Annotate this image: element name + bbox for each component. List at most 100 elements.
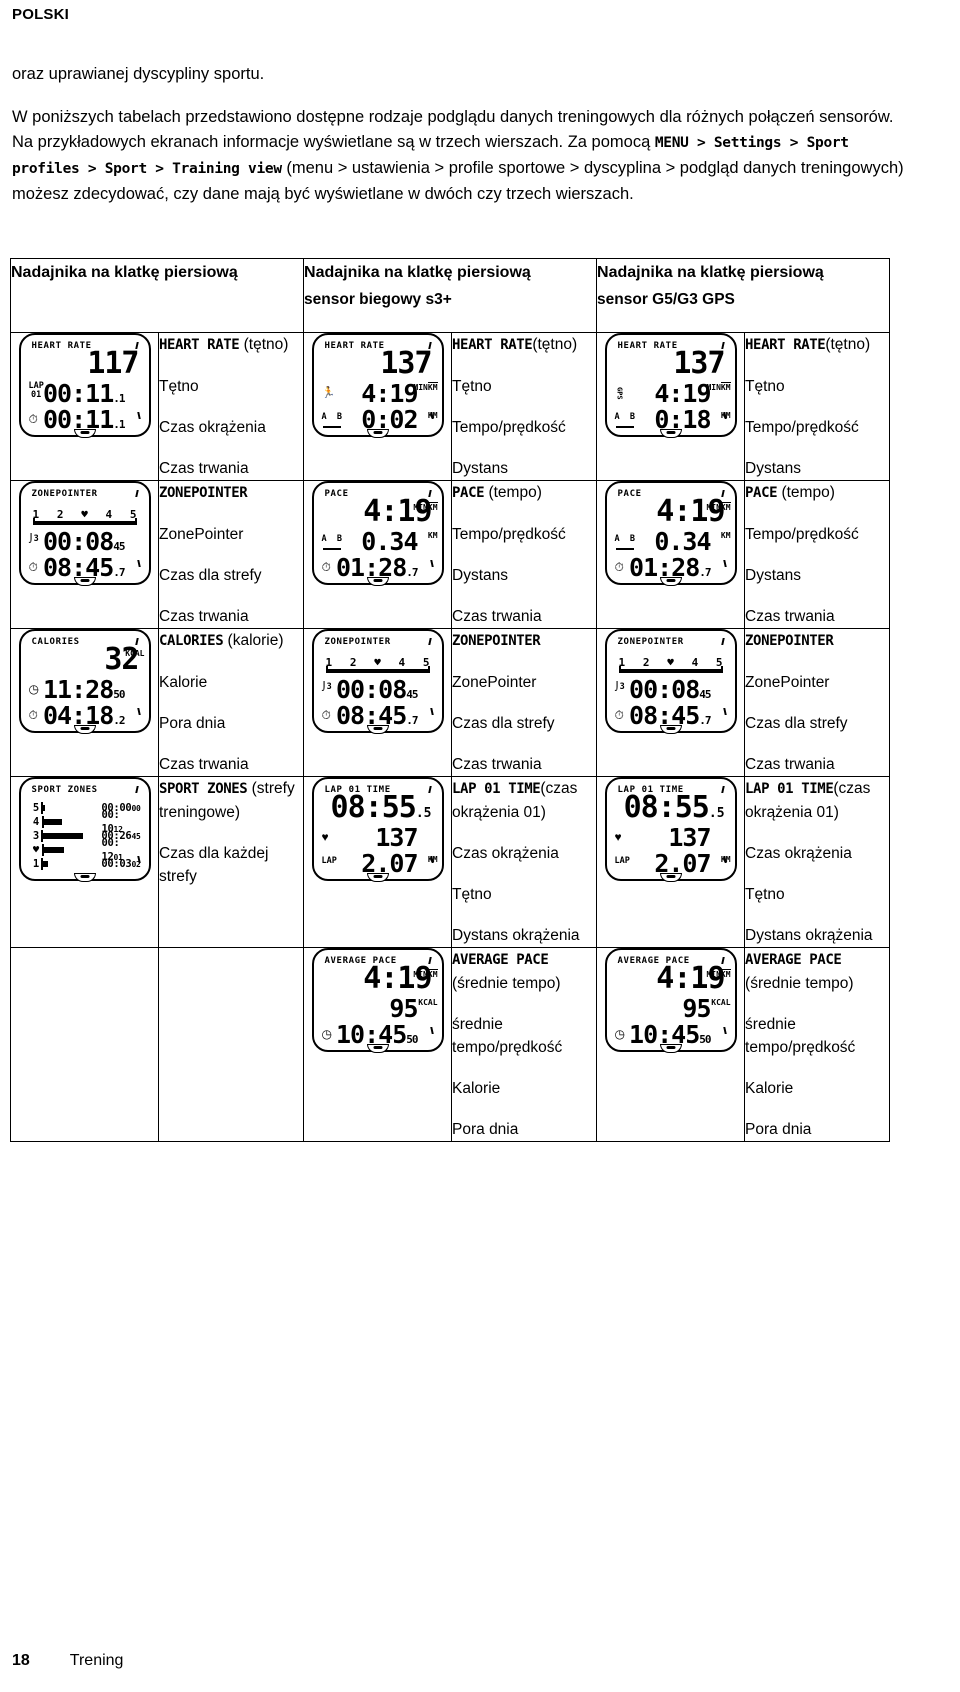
label-row: ZonePointer [452,671,596,694]
label-row: Dystans [452,457,596,480]
screen-desc-label: Czas trwania [452,608,542,625]
watch-screen: LAP 01 TIME 08:55.5 137 ♥ 2.07 KM LAP [311,777,444,882]
label-row: HEART RATE (tętno) [159,333,303,357]
stopwatch-icon: ⏱ [614,560,624,574]
lcd-unit-row-2: KM [427,531,438,540]
lcd-value-row-1: 137 [673,346,725,381]
zone-marker: 2 [642,656,650,669]
screen-desc-label: Czas okrążenia [159,419,266,436]
zone-marker: 4 [691,656,699,669]
signal-tick-icon [722,708,727,715]
label-row: Pora dnia [159,712,303,735]
zonepointer-scale: 1 2 ♥ 4 5 [32,508,137,525]
watch-screen-cell: ZONEPOINTER 1 2 ♥ 4 5 00:0845 ⌡3 08:45.7 ⏱ [303,628,453,777]
label-row: Czas dla strefy [745,712,889,735]
clock-icon: ◷ [614,1027,626,1041]
data-fields-cell: LAP 01 TIME(czas okrążenia 01) Czas okrąż… [744,776,891,948]
stopwatch-icon: ⏱ [321,560,331,574]
watch-screen: ZONEPOINTER 1 2 ♥ 4 5 00:0845 ⌡3 08:45.7 ⏱ [18,481,151,586]
screen-desc-label: Czas okrążenia [745,845,852,862]
data-fields-cell: HEART RATE (tętno) Tętno Czas okrążenia Cza… [157,332,305,481]
screen-desc-label: Tętno [745,886,785,903]
battery-tick-icon [427,786,432,793]
screen-desc-label: Kalorie [745,1080,794,1097]
intro-text: oraz uprawianej dyscypliny sportu. W pon… [12,62,912,207]
label-row: Dystans [745,564,889,587]
watch-screen-cell: CALORIES 32 KCAL 11:2850 ◷ 04:18.2 ⏱ [10,628,159,777]
table-row: CALORIES 32 KCAL 11:2850 ◷ 04:18.2 ⏱ CALORIES (… [10,628,891,777]
screen-name-label: SPORT ZONES [159,781,248,797]
label-row: Czas trwania [745,605,889,628]
signal-tick-icon [429,708,434,715]
data-fields-cell: CALORIES (kalorie) Kalorie Pora dnia Czas t… [157,628,305,777]
data-fields-cell: ZONEPOINTER ZonePointer Czas dla strefy Cza… [451,628,598,777]
signal-tick-icon [136,708,141,715]
screen-desc-label: Czas trwania [159,460,249,477]
column-header-subtitle: sensor biegowy s3+ [304,291,452,308]
sport-zone-gauge [41,816,98,828]
signal-tick-icon [136,560,141,567]
watch-screen-cell: ZONEPOINTER 1 2 ♥ 4 5 00:0845 ⌡3 08:45.7 ⏱ [596,628,746,777]
label-row: Pora dnia [745,1118,889,1141]
stopwatch-icon: ⏱ [28,708,38,722]
screen-desc-label: Tętno [745,378,785,395]
sport-zone-gauge [41,844,98,856]
lcd-value-row-1: 137 [380,346,432,381]
label-row: Tętno [745,375,889,398]
screen-name-label: HEART RATE [745,337,826,353]
page-number: 18 [12,1652,30,1669]
language-tag: POLSKI [12,6,70,23]
screen-desc-label: Czas dla strefy [452,715,555,732]
column-header-3: Nadajnika na klatkę piersiową sensor G5/… [596,258,891,333]
data-fields-cell [157,947,305,1142]
screen-desc-label: Czas dla strefy [159,567,262,584]
column-header-1: Nadajnika na klatkę piersiową [9,258,305,333]
column-header-title: Nadajnika na klatkę piersiową [11,264,238,281]
screen-desc-label: Dystans okrążenia [745,927,873,944]
lap-distance-icon: A B [615,535,635,553]
screen-desc-label: Kalorie [452,1080,501,1097]
lcd-unit-row-1: MINKM [413,969,438,979]
zonepointer-scale: 1 2 ♥ 4 5 [618,656,723,673]
label-row: ZONEPOINTER [745,629,889,653]
lcd-unit-row-2: KCAL [418,998,438,1007]
screen-desc-label: Tętno [159,378,199,395]
watch-screen-cell: AVERAGE PACE 4:19 MINKM 95 KCAL 10:4550 ◷ [303,947,453,1142]
battery-tick-icon [427,638,432,645]
label-row: Czas okrążenia [452,842,596,865]
lcd-value-row-1: 117 [87,346,139,381]
lap-icon: LAP [321,856,337,866]
sport-zone-gauge [41,802,97,814]
lap-icon: LAP [614,856,630,866]
screen-desc-label: (tempo) [777,484,835,501]
label-row: Tempo/prędkość [452,416,596,439]
lcd-unit-row-2: MINKM [413,382,438,392]
screen-name-label: CALORIES [159,633,224,649]
watch-screen: PACE 4:19 MINKM 0.34 KM A B 01:28.7 ⏱ [604,481,737,586]
screen-name-label: ZONEPOINTER [745,633,834,649]
label-row: Czas dla strefy [159,564,303,587]
watch-screen-cell: HEART RATE 137 4:19 MINKM GPS 0:18 KM A B [596,332,746,481]
watch-screen-cell: LAP 01 TIME 08:55.5 137 ♥ 2.07 KM LAP [303,776,453,948]
label-row: Czas trwania [159,457,303,480]
label-row: SPORT ZONES (strefy treningowe) [159,777,303,824]
lap-number-label: LAP 01 [28,381,44,400]
screen-desc-label: średnie tempo/prędkość [452,1016,563,1056]
screen-name-label: HEART RATE [452,337,533,353]
data-fields-cell: PACE (tempo) Tempo/prędkość Dystans Czas tr… [451,480,598,629]
zone-marker: 4 [398,656,406,669]
label-row: Czas trwania [745,753,889,776]
lcd-title: ZONEPOINTER [324,637,391,647]
battery-tick-icon [720,786,725,793]
watch-screen-cell: HEART RATE 117 00:11.1 LAP 01 00:11.1 ⏱ [10,332,159,481]
column-header-subtitle: sensor G5/G3 GPS [597,291,735,308]
screen-name-label: AVERAGE PACE [452,952,549,968]
watch-screen: AVERAGE PACE 4:19 MINKM 95 KCAL 10:4550 ◷ [311,948,444,1053]
zone-marker: ♥ [81,508,88,521]
screen-desc-label: (kalorie) [223,632,284,649]
screen-desc-label: (tętno) [239,336,289,353]
data-fields-cell: LAP 01 TIME(czas okrążenia 01) Czas okrąż… [451,776,598,948]
label-row: AVERAGE PACE (średnie tempo) [452,948,596,995]
watch-screen: HEART RATE 137 4:19 MINKM GPS 0:18 KM A B [604,333,737,438]
data-fields-cell: ZONEPOINTER ZonePointer Czas dla strefy Cza… [744,628,891,777]
